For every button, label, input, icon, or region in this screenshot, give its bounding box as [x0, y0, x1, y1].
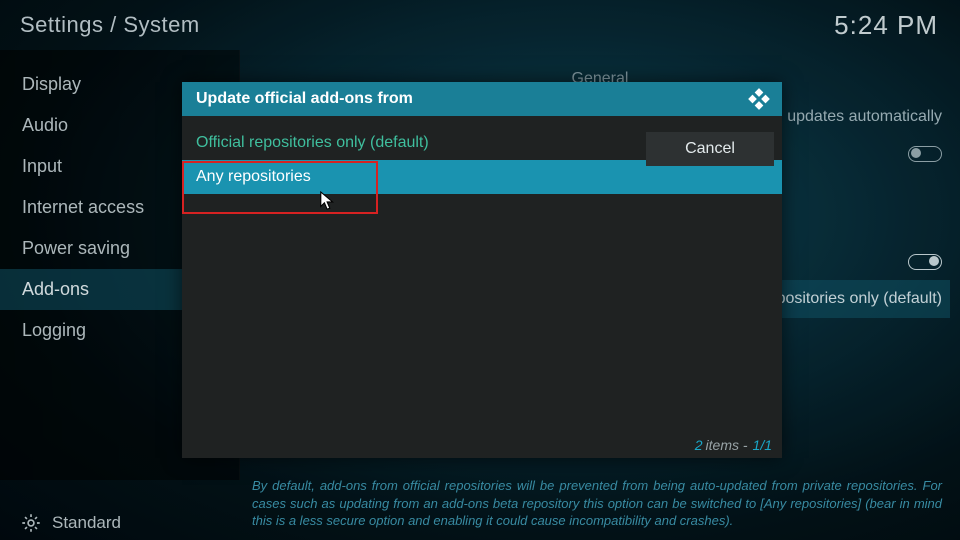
footer-item-count: 2	[695, 437, 703, 453]
cancel-label: Cancel	[685, 140, 735, 158]
footer-page: 1/1	[753, 437, 772, 453]
option-label: Any repositories	[196, 168, 311, 185]
cancel-button[interactable]: Cancel	[646, 132, 774, 166]
dialog-footer: 2 items - 1/1	[182, 432, 782, 458]
dialog-header: Update official add-ons from	[182, 82, 782, 116]
option-label: Official repositories only (default)	[196, 134, 429, 151]
kodi-logo-icon	[746, 86, 772, 112]
dialog-title: Update official add-ons from	[196, 90, 413, 108]
footer-items-label: items -	[706, 437, 748, 453]
